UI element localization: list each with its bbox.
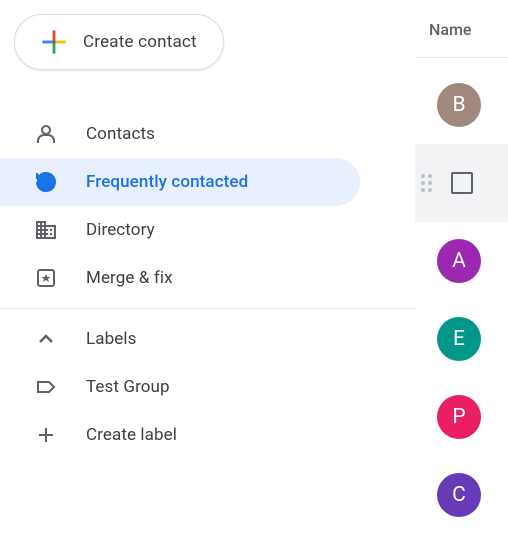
nav-label: Frequently contacted [86, 172, 248, 192]
merge-fix-icon [34, 266, 58, 290]
contact-row[interactable]: B [415, 66, 508, 144]
contact-row[interactable]: P [415, 378, 508, 456]
contact-row[interactable]: A [415, 222, 508, 300]
drag-handle-icon[interactable] [421, 174, 432, 192]
create-contact-button[interactable]: Create contact [14, 14, 224, 70]
nav-label: Test Group [86, 377, 170, 397]
sidebar-item-test-group[interactable]: Test Group [0, 363, 360, 411]
nav-label: Create label [86, 425, 177, 445]
nav-label: Directory [86, 220, 155, 240]
sidebar-item-frequently-contacted[interactable]: Frequently contacted [0, 158, 360, 206]
avatar-initial: B [452, 93, 465, 117]
person-icon [34, 122, 58, 146]
label-icon [34, 375, 58, 399]
building-icon [34, 218, 58, 242]
sidebar-item-contacts[interactable]: Contacts [0, 110, 360, 158]
chevron-up-icon [34, 327, 58, 351]
avatar: B [437, 83, 481, 127]
nav-label: Contacts [86, 124, 155, 144]
sidebar-item-merge-fix[interactable]: Merge & fix [0, 254, 360, 302]
contact-row[interactable]: E [415, 300, 508, 378]
avatar: A [437, 239, 481, 283]
contact-row[interactable] [415, 144, 508, 222]
sidebar-item-labels[interactable]: Labels [0, 315, 360, 363]
avatar-initial: C [452, 483, 466, 507]
select-checkbox[interactable] [440, 161, 484, 205]
sidebar: Create contact Contacts Frequently conta… [0, 0, 415, 545]
create-contact-label: Create contact [83, 32, 197, 52]
sidebar-item-directory[interactable]: Directory [0, 206, 360, 254]
avatar: C [437, 473, 481, 517]
avatar-initial: A [452, 249, 466, 273]
main-panel: Name B A E P [415, 0, 508, 545]
column-header-name[interactable]: Name [415, 0, 508, 58]
avatar-initial: P [452, 405, 465, 429]
nav-label: Labels [86, 329, 136, 349]
plus-icon [34, 423, 58, 447]
avatar: E [437, 317, 481, 361]
sidebar-nav: Contacts Frequently contacted Directory [0, 110, 415, 459]
avatar-initial: E [453, 327, 465, 351]
history-icon [34, 170, 58, 194]
google-plus-icon [41, 29, 67, 55]
nav-label: Merge & fix [86, 268, 173, 288]
divider [0, 308, 415, 309]
contact-row[interactable]: C [415, 456, 508, 534]
contact-list: B A E P C [415, 58, 508, 534]
avatar: P [437, 395, 481, 439]
sidebar-item-create-label[interactable]: Create label [0, 411, 360, 459]
